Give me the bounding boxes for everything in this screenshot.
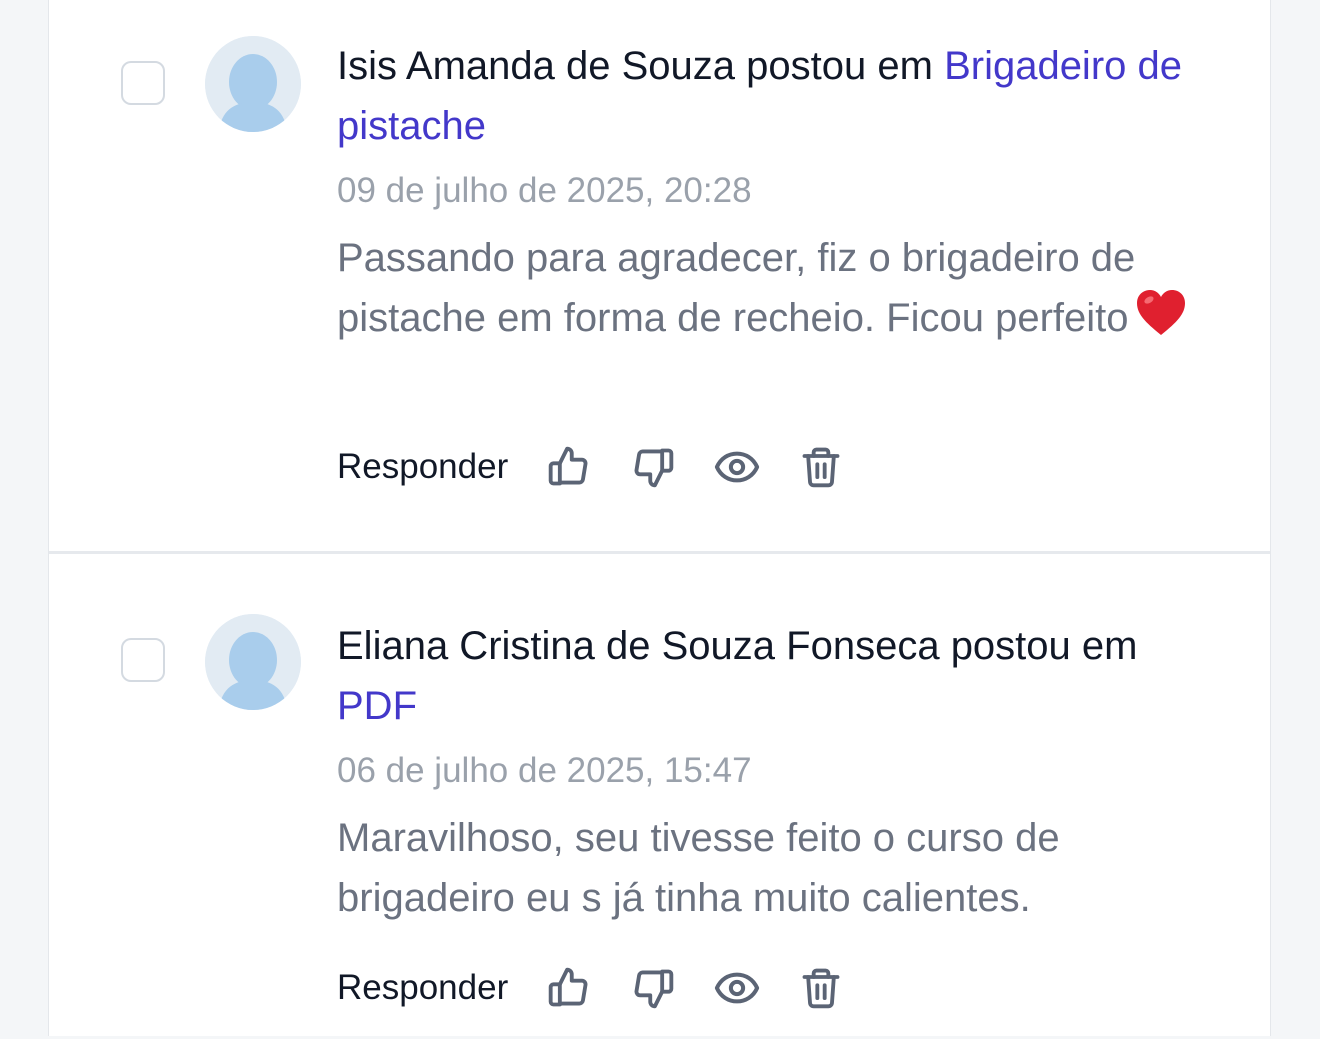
eye-icon[interactable] — [714, 444, 760, 490]
heart-emoji-icon — [1135, 289, 1187, 354]
comment-body: Passando para agradecer, fiz o brigadeir… — [337, 228, 1197, 354]
thumbs-down-icon[interactable] — [630, 965, 676, 1011]
comment-item: Eliana Cristina de Souza Fonseca postou … — [49, 551, 1270, 1039]
comment-body: Maravilhoso, seu tivesse feito o curso d… — [337, 816, 1060, 920]
author-name: Isis Amanda de Souza — [337, 44, 736, 88]
trash-icon[interactable] — [798, 444, 844, 490]
comment-headline: Isis Amanda de Souza postou em Brigadeir… — [337, 36, 1197, 156]
select-checkbox[interactable] — [121, 61, 165, 105]
avatar — [205, 614, 301, 710]
reply-button[interactable]: Responder — [337, 447, 508, 487]
select-checkbox[interactable] — [121, 638, 165, 682]
post-link[interactable]: PDF — [337, 684, 417, 728]
comment-headline: Eliana Cristina de Souza Fonseca postou … — [337, 616, 1197, 736]
thumbs-up-icon[interactable] — [546, 444, 592, 490]
comment-content: Eliana Cristina de Souza Fonseca postou … — [337, 616, 1197, 928]
comment-date: 09 de julho de 2025, 20:28 — [337, 171, 752, 210]
posted-in-text: postou em — [746, 44, 933, 88]
eye-icon[interactable] — [714, 965, 760, 1011]
comment-actions: Responder — [337, 962, 882, 1014]
posted-in-text: postou em — [950, 624, 1138, 668]
avatar — [205, 36, 301, 132]
comment-item: Isis Amanda de Souza postou em Brigadeir… — [49, 0, 1270, 551]
comment-date: 06 de julho de 2025, 15:47 — [337, 751, 752, 790]
comment-actions: Responder — [337, 441, 882, 493]
comments-card: Isis Amanda de Souza postou em Brigadeir… — [48, 0, 1271, 1036]
author-name: Eliana Cristina de Souza Fonseca — [337, 624, 940, 668]
reply-button[interactable]: Responder — [337, 968, 508, 1008]
thumbs-down-icon[interactable] — [630, 444, 676, 490]
comment-body-text: Passando para agradecer, fiz o brigadeir… — [337, 236, 1136, 340]
comment-content: Isis Amanda de Souza postou em Brigadeir… — [337, 36, 1197, 354]
thumbs-up-icon[interactable] — [546, 965, 592, 1011]
trash-icon[interactable] — [798, 965, 844, 1011]
